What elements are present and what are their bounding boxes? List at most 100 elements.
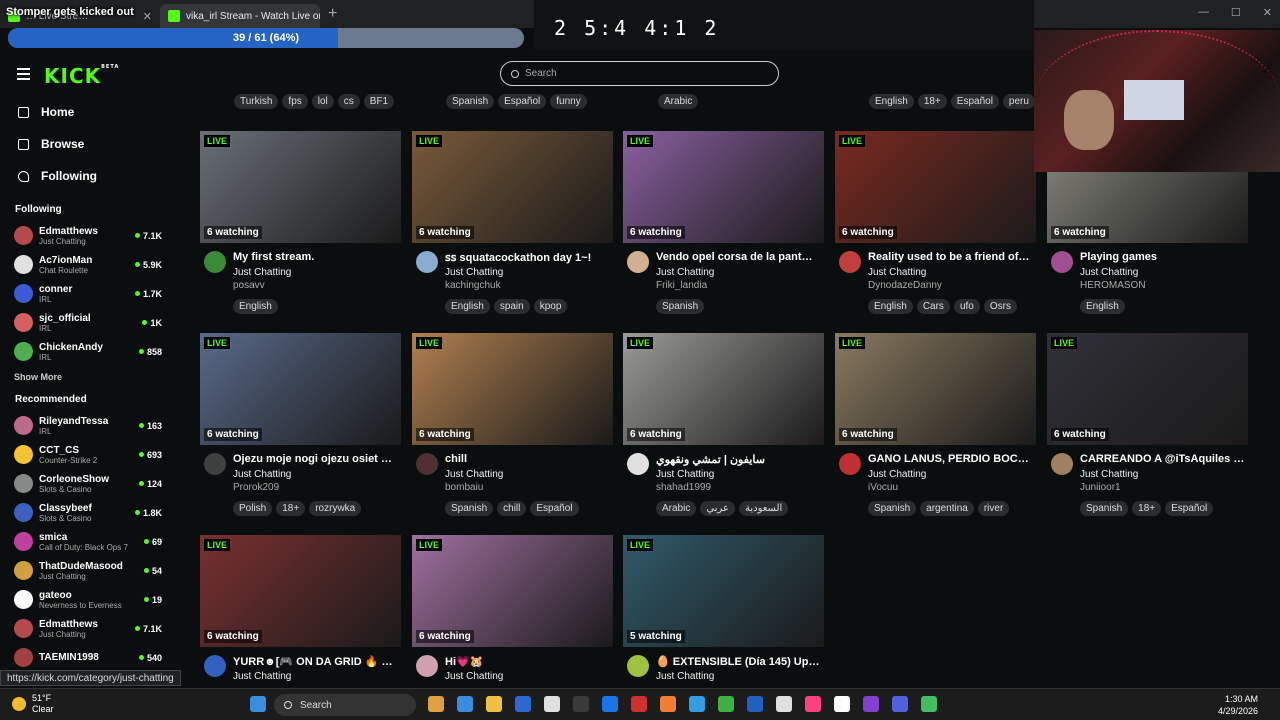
- sidebar-channel[interactable]: Edmatthews Just Chatting 7.1K: [0, 614, 170, 643]
- stream-thumbnail[interactable]: LIVE 6 watching: [200, 131, 401, 243]
- avatar[interactable]: [416, 453, 438, 475]
- stream-card[interactable]: LIVE 6 watching YURR☻[🎮 ON DA GRID 🔥 … Just…: [200, 535, 401, 703]
- search-input[interactable]: Search: [500, 61, 779, 86]
- tag-pill[interactable]: peru: [1002, 94, 1035, 109]
- sidebar-channel[interactable]: CorleoneShow Slots & Casino 124: [0, 469, 170, 498]
- avatar[interactable]: [839, 453, 861, 475]
- streamer-name[interactable]: Prorok209: [233, 482, 279, 493]
- tag-pill[interactable]: river: [977, 501, 1010, 516]
- avatar[interactable]: [1051, 251, 1073, 273]
- stream-card[interactable]: LIVE 6 watching CARREANDO A @iTsAquiles … J…: [1047, 333, 1248, 516]
- tag-pill[interactable]: cs: [337, 94, 360, 109]
- stream-category[interactable]: Just Chatting: [656, 671, 714, 682]
- stream-thumbnail[interactable]: LIVE 6 watching: [835, 333, 1036, 445]
- tag-pill[interactable]: argentina: [920, 501, 974, 516]
- taskbar-app-icon[interactable]: [544, 696, 560, 712]
- stream-card[interactable]: LIVE 6 watching Hi💗🐹 Just Chatting: [412, 535, 613, 703]
- browser-tab-active[interactable]: vika_irl Stream - Watch Live on Kic… ✕: [160, 4, 320, 28]
- stream-card[interactable]: LIVE 6 watching My first stream. Just Chatt…: [200, 131, 401, 314]
- stream-title[interactable]: ꜱꜱ squatacockathon day 1~!: [445, 251, 613, 264]
- taskbar-clock[interactable]: 1:30 AM 4/29/2026: [1218, 693, 1258, 717]
- stream-thumbnail[interactable]: LIVE 6 watching: [623, 131, 824, 243]
- maximize-icon[interactable]: ☐: [1231, 6, 1241, 19]
- stream-category[interactable]: Just Chatting: [233, 469, 291, 480]
- taskbar-app-icon[interactable]: [689, 696, 705, 712]
- avatar[interactable]: [1051, 453, 1073, 475]
- taskbar-app-icon[interactable]: [660, 696, 676, 712]
- stream-title[interactable]: Hi💗🐹: [445, 655, 613, 668]
- streamer-name[interactable]: Juniioor1: [1080, 482, 1121, 493]
- streamer-name[interactable]: HEROMASON: [1080, 280, 1146, 291]
- sidebar-channel[interactable]: Edmatthews Just Chatting 7.1K: [0, 221, 170, 250]
- tag-pill[interactable]: fps: [282, 94, 308, 109]
- streamer-name[interactable]: iVocuu: [868, 482, 898, 493]
- tag-pill[interactable]: Spanish: [868, 501, 917, 516]
- stream-category[interactable]: Just Chatting: [445, 671, 503, 682]
- tag-pill[interactable]: Arabic: [656, 501, 697, 516]
- nav-browse[interactable]: Browse: [0, 128, 170, 160]
- stream-card[interactable]: LIVE 6 watching GANO LANUS, PERDIO BOC… Jus…: [835, 333, 1036, 516]
- tag-pill[interactable]: Cars: [916, 299, 950, 314]
- tag-pill[interactable]: rozrywka: [309, 501, 362, 516]
- tag-pill[interactable]: Español: [1165, 501, 1214, 516]
- stream-thumbnail[interactable]: LIVE 6 watching: [200, 333, 401, 445]
- tag-pill[interactable]: Español: [950, 94, 999, 109]
- sidebar-channel[interactable]: gateoo Neverness to Everness 19: [0, 585, 170, 614]
- stream-thumbnail[interactable]: LIVE 6 watching: [412, 535, 613, 647]
- stream-card[interactable]: LIVE 6 watching Ojezu moje nogi ojezu osie…: [200, 333, 401, 516]
- stream-card[interactable]: LIVE 6 watching Vendo opel corsa de la pan…: [623, 131, 824, 314]
- stream-card[interactable]: LIVE 6 watching ꜱꜱ squatacockathon day 1~!…: [412, 131, 613, 314]
- nav-home[interactable]: Home: [0, 96, 170, 128]
- windows-start-icon[interactable]: [250, 696, 266, 712]
- tag-pill[interactable]: Turkish: [234, 94, 279, 109]
- tag-pill[interactable]: chill: [497, 501, 527, 516]
- avatar[interactable]: [416, 655, 438, 677]
- kick-logo[interactable]: KICKBETA: [44, 64, 119, 88]
- tag-pill[interactable]: Spanish: [656, 299, 705, 314]
- sidebar-channel[interactable]: sjc_official IRL 1K: [0, 308, 170, 337]
- stream-title[interactable]: Vendo opel corsa de la pant…: [656, 251, 824, 263]
- taskbar-app-icon[interactable]: [573, 696, 589, 712]
- stream-category[interactable]: Just Chatting: [445, 267, 503, 278]
- stream-thumbnail[interactable]: LIVE 6 watching: [200, 535, 401, 647]
- sidebar-channel[interactable]: smica Call of Duty: Black Ops 7 69: [0, 527, 170, 556]
- stream-category[interactable]: Just Chatting: [1080, 469, 1138, 480]
- sidebar-channel[interactable]: RileyandTessa IRL 163: [0, 411, 170, 440]
- stream-title[interactable]: Playing games: [1080, 251, 1248, 263]
- tag-pill[interactable]: spain: [493, 299, 530, 314]
- avatar[interactable]: [627, 251, 649, 273]
- minimize-icon[interactable]: —: [1198, 6, 1209, 19]
- avatar[interactable]: [204, 251, 226, 273]
- sidebar-channel[interactable]: ChickenAndy IRL 858: [0, 337, 170, 366]
- streamer-name[interactable]: Friki_landia: [656, 280, 707, 291]
- avatar[interactable]: [204, 453, 226, 475]
- stream-title[interactable]: chill: [445, 453, 613, 465]
- stream-category[interactable]: Just Chatting: [233, 671, 291, 682]
- stream-thumbnail[interactable]: LIVE 6 watching: [412, 333, 613, 445]
- avatar[interactable]: [839, 251, 861, 273]
- streamer-name[interactable]: posavv: [233, 280, 265, 291]
- stream-category[interactable]: Just Chatting: [233, 267, 291, 278]
- sidebar-channel[interactable]: conner IRL 1.7K: [0, 279, 170, 308]
- stream-title[interactable]: Ojezu moje nogi ojezu osiet …: [233, 453, 401, 465]
- tag-pill[interactable]: English: [233, 299, 278, 314]
- streamer-name[interactable]: bombaiu: [445, 482, 483, 493]
- stream-title[interactable]: GANO LANUS, PERDIO BOC…: [868, 453, 1036, 465]
- tag-pill[interactable]: عربي: [700, 501, 735, 516]
- taskbar-app-icon[interactable]: [776, 696, 792, 712]
- taskbar-app-icon[interactable]: [486, 696, 502, 712]
- sidebar-channel[interactable]: Classybeef Slots & Casino 1.8K: [0, 498, 170, 527]
- tag-pill[interactable]: Español: [498, 94, 547, 109]
- avatar[interactable]: [416, 251, 438, 273]
- tag-pill[interactable]: kpop: [533, 299, 568, 314]
- taskbar-app-icon[interactable]: [428, 696, 444, 712]
- taskbar-app-icon[interactable]: [631, 696, 647, 712]
- taskbar-app-icon[interactable]: [892, 696, 908, 712]
- stream-category[interactable]: Just Chatting: [656, 267, 714, 278]
- avatar[interactable]: [627, 655, 649, 677]
- stream-category[interactable]: Just Chatting: [1080, 267, 1138, 278]
- taskbar-search[interactable]: Search: [274, 694, 416, 716]
- avatar[interactable]: [627, 453, 649, 475]
- stream-thumbnail[interactable]: LIVE 6 watching: [623, 333, 824, 445]
- taskbar-app-icon[interactable]: [921, 696, 937, 712]
